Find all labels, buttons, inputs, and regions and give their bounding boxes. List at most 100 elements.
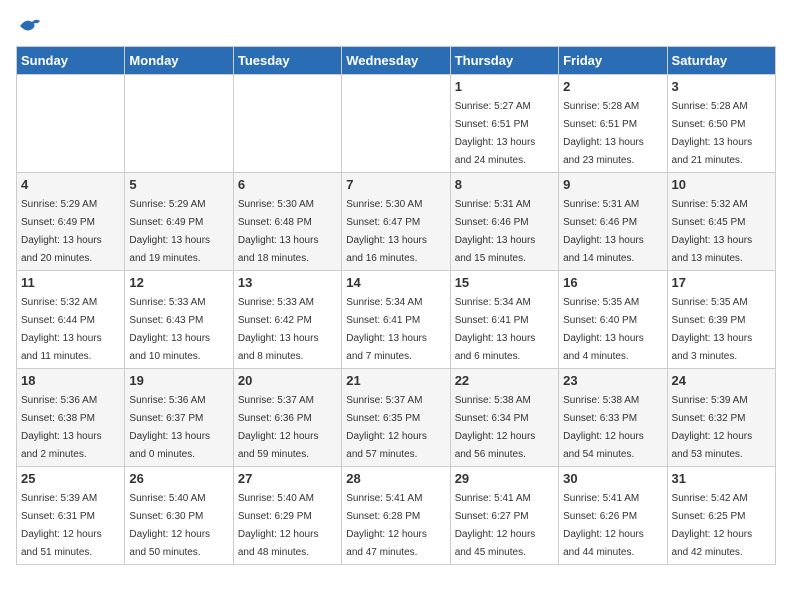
calendar-cell — [233, 75, 341, 173]
weekday-header-sunday: Sunday — [17, 47, 125, 75]
calendar-cell — [125, 75, 233, 173]
calendar-week-row: 1 Sunrise: 5:27 AM Sunset: 6:51 PM Daylig… — [17, 75, 776, 173]
weekday-header-row: SundayMondayTuesdayWednesdayThursdayFrid… — [17, 47, 776, 75]
calendar-cell: 2 Sunrise: 5:28 AM Sunset: 6:51 PM Daylig… — [559, 75, 667, 173]
day-info: Sunrise: 5:33 AM Sunset: 6:42 PM Dayligh… — [238, 297, 319, 362]
day-number: 31 — [672, 471, 771, 486]
weekday-header-thursday: Thursday — [450, 47, 558, 75]
calendar-cell: 7 Sunrise: 5:30 AM Sunset: 6:47 PM Daylig… — [342, 173, 450, 271]
calendar-cell: 25 Sunrise: 5:39 AM Sunset: 6:31 PM Dayli… — [17, 467, 125, 565]
day-number: 17 — [672, 275, 771, 290]
calendar-cell: 26 Sunrise: 5:40 AM Sunset: 6:30 PM Dayli… — [125, 467, 233, 565]
calendar-cell: 21Sunrise: 5:37 AM Sunset: 6:35 PM Dayli… — [342, 369, 450, 467]
day-number: 28 — [346, 471, 445, 486]
logo-bird-icon — [18, 16, 42, 36]
day-info: Sunrise: 5:41 AM Sunset: 6:26 PM Dayligh… — [563, 493, 644, 558]
day-number: 24 — [672, 373, 771, 388]
page-header — [16, 16, 776, 36]
calendar-cell: 20 Sunrise: 5:37 AM Sunset: 6:36 PM Dayli… — [233, 369, 341, 467]
day-number: 8 — [455, 177, 554, 192]
calendar-cell: 30Sunrise: 5:41 AM Sunset: 6:26 PM Dayli… — [559, 467, 667, 565]
weekday-header-friday: Friday — [559, 47, 667, 75]
day-number: 2 — [563, 79, 662, 94]
day-number: 16 — [563, 275, 662, 290]
day-number: 23 — [563, 373, 662, 388]
weekday-header-tuesday: Tuesday — [233, 47, 341, 75]
calendar-cell: 15 Sunrise: 5:34 AM Sunset: 6:41 PM Dayli… — [450, 271, 558, 369]
calendar-week-row: 4 Sunrise: 5:29 AM Sunset: 6:49 PM Daylig… — [17, 173, 776, 271]
day-info: Sunrise: 5:39 AM Sunset: 6:31 PM Dayligh… — [21, 493, 102, 558]
day-info: Sunrise: 5:40 AM Sunset: 6:29 PM Dayligh… — [238, 493, 319, 558]
calendar-table: SundayMondayTuesdayWednesdayThursdayFrid… — [16, 46, 776, 565]
calendar-week-row: 11 Sunrise: 5:32 AM Sunset: 6:44 PM Dayli… — [17, 271, 776, 369]
day-info: Sunrise: 5:32 AM Sunset: 6:45 PM Dayligh… — [672, 199, 753, 264]
day-info: Sunrise: 5:30 AM Sunset: 6:48 PM Dayligh… — [238, 199, 319, 264]
day-info: Sunrise: 5:34 AM Sunset: 6:41 PM Dayligh… — [346, 297, 427, 362]
day-info: Sunrise: 5:40 AM Sunset: 6:30 PM Dayligh… — [129, 493, 210, 558]
day-info: Sunrise: 5:39 AM Sunset: 6:32 PM Dayligh… — [672, 395, 753, 460]
weekday-header-wednesday: Wednesday — [342, 47, 450, 75]
day-number: 10 — [672, 177, 771, 192]
day-info: Sunrise: 5:35 AM Sunset: 6:39 PM Dayligh… — [672, 297, 753, 362]
day-number: 4 — [21, 177, 120, 192]
calendar-cell: 16 Sunrise: 5:35 AM Sunset: 6:40 PM Dayli… — [559, 271, 667, 369]
day-number: 5 — [129, 177, 228, 192]
day-number: 7 — [346, 177, 445, 192]
day-info: Sunrise: 5:41 AM Sunset: 6:27 PM Dayligh… — [455, 493, 536, 558]
day-number: 18 — [21, 373, 120, 388]
calendar-cell: 3Sunrise: 5:28 AM Sunset: 6:50 PM Daylig… — [667, 75, 775, 173]
calendar-cell: 14 Sunrise: 5:34 AM Sunset: 6:41 PM Dayli… — [342, 271, 450, 369]
day-number: 14 — [346, 275, 445, 290]
day-info: Sunrise: 5:36 AM Sunset: 6:38 PM Dayligh… — [21, 395, 102, 460]
calendar-week-row: 18 Sunrise: 5:36 AM Sunset: 6:38 PM Dayli… — [17, 369, 776, 467]
calendar-cell: 4 Sunrise: 5:29 AM Sunset: 6:49 PM Daylig… — [17, 173, 125, 271]
day-info: Sunrise: 5:30 AM Sunset: 6:47 PM Dayligh… — [346, 199, 427, 264]
weekday-header-saturday: Saturday — [667, 47, 775, 75]
day-number: 15 — [455, 275, 554, 290]
day-info: Sunrise: 5:37 AM Sunset: 6:35 PM Dayligh… — [346, 395, 427, 460]
day-info: Sunrise: 5:29 AM Sunset: 6:49 PM Dayligh… — [21, 199, 102, 264]
calendar-cell: 1 Sunrise: 5:27 AM Sunset: 6:51 PM Daylig… — [450, 75, 558, 173]
calendar-cell: 27 Sunrise: 5:40 AM Sunset: 6:29 PM Dayli… — [233, 467, 341, 565]
day-info: Sunrise: 5:34 AM Sunset: 6:41 PM Dayligh… — [455, 297, 536, 362]
day-number: 29 — [455, 471, 554, 486]
day-number: 9 — [563, 177, 662, 192]
logo — [16, 16, 42, 36]
day-info: Sunrise: 5:37 AM Sunset: 6:36 PM Dayligh… — [238, 395, 319, 460]
calendar-cell: 24 Sunrise: 5:39 AM Sunset: 6:32 PM Dayli… — [667, 369, 775, 467]
weekday-header-monday: Monday — [125, 47, 233, 75]
day-number: 26 — [129, 471, 228, 486]
day-number: 27 — [238, 471, 337, 486]
day-number: 12 — [129, 275, 228, 290]
day-info: Sunrise: 5:28 AM Sunset: 6:50 PM Dayligh… — [672, 101, 753, 166]
calendar-cell — [342, 75, 450, 173]
day-info: Sunrise: 5:38 AM Sunset: 6:33 PM Dayligh… — [563, 395, 644, 460]
day-info: Sunrise: 5:31 AM Sunset: 6:46 PM Dayligh… — [563, 199, 644, 264]
day-info: Sunrise: 5:29 AM Sunset: 6:49 PM Dayligh… — [129, 199, 210, 264]
day-number: 13 — [238, 275, 337, 290]
day-info: Sunrise: 5:33 AM Sunset: 6:43 PM Dayligh… — [129, 297, 210, 362]
day-number: 22 — [455, 373, 554, 388]
calendar-cell: 31 Sunrise: 5:42 AM Sunset: 6:25 PM Dayli… — [667, 467, 775, 565]
day-number: 6 — [238, 177, 337, 192]
calendar-cell — [17, 75, 125, 173]
calendar-cell: 8Sunrise: 5:31 AM Sunset: 6:46 PM Daylig… — [450, 173, 558, 271]
day-info: Sunrise: 5:42 AM Sunset: 6:25 PM Dayligh… — [672, 493, 753, 558]
calendar-cell: 6 Sunrise: 5:30 AM Sunset: 6:48 PM Daylig… — [233, 173, 341, 271]
calendar-cell: 10 Sunrise: 5:32 AM Sunset: 6:45 PM Dayli… — [667, 173, 775, 271]
day-number: 25 — [21, 471, 120, 486]
day-number: 19 — [129, 373, 228, 388]
calendar-cell: 17 Sunrise: 5:35 AM Sunset: 6:39 PM Dayli… — [667, 271, 775, 369]
day-number: 1 — [455, 79, 554, 94]
day-number: 11 — [21, 275, 120, 290]
day-info: Sunrise: 5:28 AM Sunset: 6:51 PM Dayligh… — [563, 101, 644, 166]
day-info: Sunrise: 5:38 AM Sunset: 6:34 PM Dayligh… — [455, 395, 536, 460]
calendar-cell: 9 Sunrise: 5:31 AM Sunset: 6:46 PM Daylig… — [559, 173, 667, 271]
calendar-cell: 22 Sunrise: 5:38 AM Sunset: 6:34 PM Dayli… — [450, 369, 558, 467]
day-info: Sunrise: 5:27 AM Sunset: 6:51 PM Dayligh… — [455, 101, 536, 166]
day-info: Sunrise: 5:41 AM Sunset: 6:28 PM Dayligh… — [346, 493, 427, 558]
day-number: 20 — [238, 373, 337, 388]
calendar-cell: 11 Sunrise: 5:32 AM Sunset: 6:44 PM Dayli… — [17, 271, 125, 369]
day-info: Sunrise: 5:32 AM Sunset: 6:44 PM Dayligh… — [21, 297, 102, 362]
day-info: Sunrise: 5:35 AM Sunset: 6:40 PM Dayligh… — [563, 297, 644, 362]
